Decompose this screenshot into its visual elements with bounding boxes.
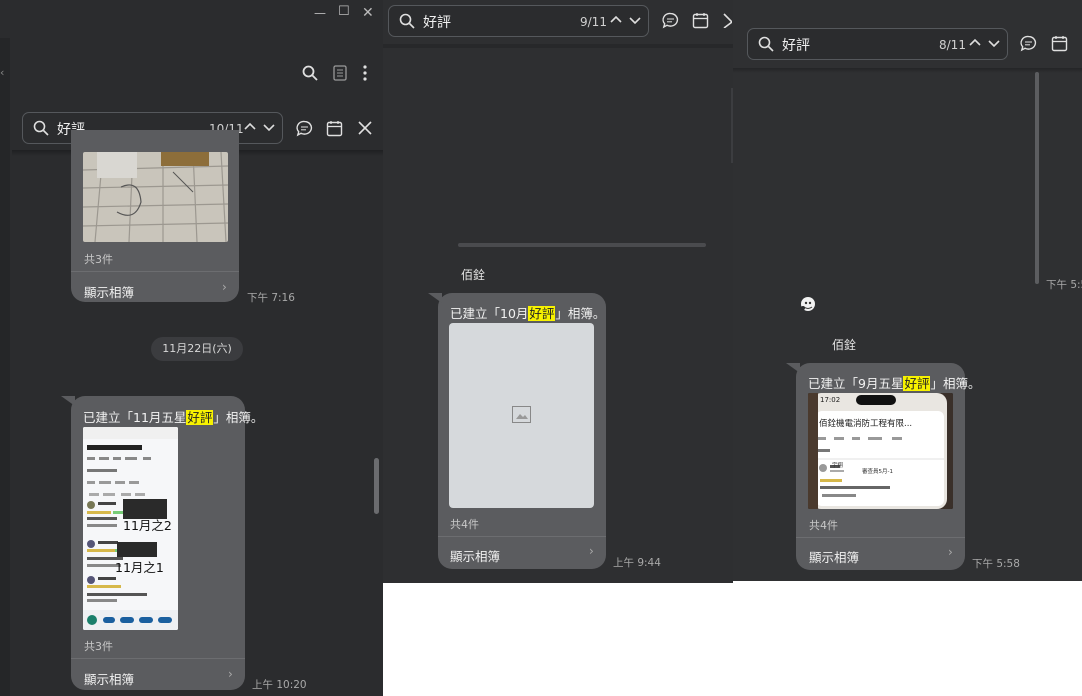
chat-bubble-icon[interactable] [662,12,679,29]
divider [71,271,239,272]
album-item-count: 共3件 [84,640,113,653]
search-icon [758,36,774,52]
search-icon [399,13,415,29]
show-album-button[interactable]: 顯示相簿 [84,669,134,688]
avatar[interactable] [800,296,816,312]
chat-window-left: ‹ — ☐ ✕ 好評 10/11 [0,0,383,696]
message-time: 下午 5:5 [1046,279,1082,291]
phone-status-time: 17:02 [820,396,841,404]
search-bar[interactable]: 好評 9/11 [388,5,649,37]
album-message: 共3件 顯示相簿 › [71,130,239,302]
scrollbar-thumb[interactable] [374,458,379,514]
chevron-down-icon[interactable] [988,37,1000,49]
chevron-up-icon[interactable] [969,37,981,49]
search-highlight: 好評 [528,306,556,321]
search-icon[interactable] [302,65,318,81]
notes-icon[interactable] [333,65,347,81]
divider [796,537,965,538]
maximize-button[interactable]: ☐ [338,4,350,19]
message-text: 已建立「10月好評」相簿。 [450,303,605,322]
phone-photo [808,393,953,509]
message-text: 已建立「9月五星好評」相簿。 [808,373,981,392]
album-message: 已建立「11月五星好評」相簿。 11月之2 11月之1 共3件 顯示相簿 › [61,396,263,690]
tile-floor-photo [83,152,228,242]
divider [438,536,606,537]
chevron-right-icon: › [948,545,953,559]
header-area [383,44,733,48]
search-highlight: 好評 [903,376,931,391]
album-thumbnail-placeholder[interactable] [449,323,594,508]
calendar-icon[interactable] [326,120,343,137]
chevron-up-icon[interactable] [610,14,622,26]
calendar-icon[interactable] [692,12,709,29]
message-text-before: 已建立「10月 [450,306,529,321]
message-text-after: 」相簿。 [213,410,264,425]
album-thumbnail-image[interactable]: 17:02 佰銓機電消防工程有限... 宇翔 審查員5月-1 [808,393,953,509]
phone-review-snippet: 審查員5月-1 [862,469,893,475]
album-thumbnail-image[interactable]: 11月之2 11月之1 [83,427,178,630]
collapse-sidebar-icon[interactable]: ‹ [0,66,4,79]
image-overlay-label: 11月之1 [115,560,164,575]
album-thumbnail-image[interactable] [83,152,228,242]
message-text: 已建立「11月五星好評」相簿。 [83,407,263,426]
image-overlay-label: 11月之2 [123,518,172,533]
album-message: 已建立「9月五星好評」相簿。 17:02 佰銓機電消防工程有限... 宇翔 審查… [786,363,981,570]
search-highlight: 好評 [186,410,214,425]
phone-app-title: 佰銓機電消防工程有限... [819,419,913,429]
search-result-counter: 9/11 [580,15,607,29]
chat-bubble-icon[interactable] [296,120,313,137]
more-menu-icon[interactable] [362,65,368,81]
message-time: 下午 5:58 [972,558,1020,570]
divider [71,658,245,659]
message-text-before: 已建立「9月五星 [808,376,904,391]
search-input[interactable]: 好評 [782,35,810,55]
sidebar-edge [0,38,10,696]
chevron-down-icon[interactable] [629,14,641,26]
message-text-after: 」相簿。 [555,306,606,321]
show-album-button[interactable]: 顯示相簿 [809,547,859,566]
message-time: 上午 10:20 [252,679,307,691]
image-placeholder-icon [512,406,531,423]
message-text-after: 」相簿。 [930,376,981,391]
search-input[interactable]: 好評 [423,12,451,32]
chevron-up-icon[interactable] [244,121,256,133]
phone-review-author: 宇翔 [832,463,844,469]
close-window-button[interactable]: ✕ [362,5,374,21]
album-item-count: 共4件 [450,518,479,531]
header-shadow [733,68,1082,73]
date-separator: 11月22日(六) [151,337,243,361]
search-bar[interactable]: 好評 8/11 [747,28,1008,60]
album-item-count: 共3件 [84,253,113,266]
chat-window-right: 好評 8/11 下午 5:5 佰銓 已建立「9月五星好評」相簿。 [733,0,1082,581]
show-album-button[interactable]: 顯示相簿 [450,546,500,565]
bubble-tail [428,293,442,303]
sender-name: 佰銓 [461,268,486,282]
message-text-before: 已建立「11月五星 [83,410,187,425]
sender-name: 佰銓 [832,338,857,352]
close-search-icon[interactable] [357,120,373,136]
album-message: 已建立「10月好評」相簿。 共4件 顯示相簿 › [428,293,606,569]
chat-bubble-icon[interactable] [1020,35,1037,52]
chat-window-middle: 好評 9/11 佰銓 已建立「10月好評」相簿。 共4件 顯示相簿 › 上午 9… [383,0,733,583]
show-album-button[interactable]: 顯示相簿 [84,282,134,301]
chevron-right-icon: › [222,280,227,294]
previous-message-edge [458,243,706,247]
search-icon [33,120,49,136]
bubble-tail [61,396,75,406]
search-result-counter: 8/11 [939,38,966,52]
message-time: 上午 9:44 [613,557,661,569]
calendar-icon[interactable] [1051,35,1068,52]
chevron-down-icon[interactable] [263,121,275,133]
close-search-icon[interactable] [722,12,732,28]
bubble-tail [786,363,800,373]
chevron-right-icon: › [589,544,594,558]
album-item-count: 共4件 [809,519,838,532]
minimize-button[interactable]: — [314,6,326,20]
chevron-right-icon: › [228,667,233,681]
scrollbar-thumb[interactable] [1035,72,1039,284]
message-time: 下午 7:16 [247,292,295,304]
